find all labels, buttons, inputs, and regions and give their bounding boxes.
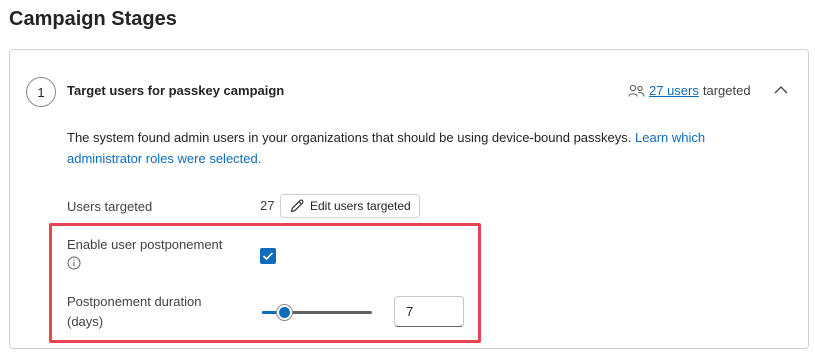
edit-users-targeted-button[interactable]: Edit users targeted	[280, 194, 420, 218]
description-text: The system found admin users in your org…	[67, 130, 632, 145]
checkmark-icon	[262, 252, 274, 261]
duration-label-line1: Postponement duration	[67, 294, 202, 309]
stage-description: The system found admin users in your org…	[67, 127, 767, 169]
duration-label: Postponement duration (days)	[67, 292, 201, 332]
targeted-summary: 27 users targeted	[628, 83, 751, 98]
duration-slider[interactable]	[262, 302, 372, 322]
users-targeted-link[interactable]: 27 users	[649, 83, 699, 98]
campaign-stage-card: 1 Target users for passkey campaign 27 u…	[9, 49, 809, 349]
page-title: Campaign Stages	[9, 8, 177, 30]
slider-thumb[interactable]	[275, 304, 293, 321]
stage-header[interactable]: 1 Target users for passkey campaign 27 u…	[10, 50, 808, 130]
people-icon	[628, 84, 645, 98]
info-icon[interactable]	[67, 256, 81, 270]
stage-title: Target users for passkey campaign	[67, 83, 285, 98]
duration-label-line2: (days)	[67, 314, 104, 329]
postpone-label: Enable user postponement	[67, 237, 223, 252]
targeted-suffix: targeted	[702, 83, 751, 98]
postpone-checkbox[interactable]	[260, 248, 276, 264]
users-targeted-count: 27	[260, 198, 275, 213]
pencil-icon	[290, 199, 304, 213]
chevron-up-icon[interactable]	[771, 80, 791, 100]
step-number-badge: 1	[26, 77, 56, 107]
duration-input[interactable]	[394, 296, 464, 327]
edit-users-targeted-label: Edit users targeted	[310, 199, 411, 213]
users-targeted-label: Users targeted	[67, 199, 153, 214]
